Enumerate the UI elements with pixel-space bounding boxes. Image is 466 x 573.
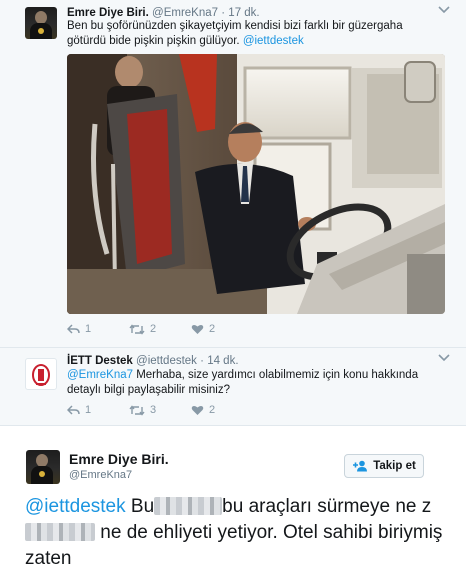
like-icon [191, 324, 204, 334]
chevron-down-icon[interactable] [438, 5, 450, 17]
avatar[interactable] [26, 450, 60, 484]
tweet-expanded[interactable]: Emre Diye Biri. @EmreKna7 Takip et @iett… [0, 426, 466, 573]
follow-label: Takip et [373, 460, 416, 472]
mention-link[interactable]: @EmreKna7 [67, 369, 133, 381]
retweet-icon [129, 404, 145, 416]
tweet-text: @iettdestek Bu bu araçları sürmeye ne z n… [25, 494, 445, 572]
user-name[interactable]: İETT Destek [67, 355, 133, 367]
tweet-text: Ben bu şoförünüzden şikayetçiyim kendisi… [67, 19, 437, 49]
iett-logo-icon [32, 364, 50, 386]
timestamp[interactable]: 14 dk. [207, 355, 238, 367]
like-count: 2 [209, 323, 216, 335]
timestamp[interactable]: 17 dk. [228, 7, 259, 19]
user-handle[interactable]: @EmreKna7 [69, 469, 132, 481]
retweet-button[interactable]: 2 [129, 323, 191, 335]
like-button[interactable]: 2 [191, 404, 215, 416]
tweet-text: @EmreKna7 Merhaba, size yardımcı olabilm… [67, 368, 437, 398]
redacted-text [25, 523, 95, 541]
user-name[interactable]: Emre Diye Biri. [69, 451, 169, 467]
tweet-original[interactable]: Emre Diye Biri. @EmreKna7 · 17 dk. Ben b… [0, 0, 466, 348]
user-handle[interactable]: @iettdestek [136, 355, 197, 367]
retweet-button[interactable]: 3 [129, 404, 191, 416]
chevron-down-icon[interactable] [438, 353, 450, 365]
retweet-count: 3 [150, 404, 157, 416]
avatar[interactable] [25, 7, 57, 39]
bus-driver-photo [67, 54, 445, 314]
redacted-text [154, 497, 223, 515]
like-count: 2 [209, 404, 216, 416]
reply-button[interactable]: 1 [67, 323, 129, 335]
tweet-actions: 1 3 2 [67, 404, 215, 416]
tweet-photo[interactable] [67, 54, 445, 314]
reply-count: 1 [85, 323, 92, 335]
reply-button[interactable]: 1 [67, 404, 129, 416]
reply-count: 1 [85, 404, 92, 416]
like-icon [191, 405, 204, 415]
mention-link[interactable]: @iettdestek [243, 35, 304, 47]
tweet-body-part: Bu [125, 496, 155, 517]
like-button[interactable]: 2 [191, 323, 215, 335]
mention-link[interactable]: @iettdestek [25, 496, 126, 517]
tweet-body-part: bu araçları sürmeye ne z [222, 496, 432, 517]
tweet-header: İETT Destek @iettdestek · 14 dk. [67, 355, 239, 367]
retweet-icon [129, 323, 145, 335]
tweet-actions: 1 2 2 [67, 323, 215, 335]
user-handle[interactable]: @EmreKna7 [152, 7, 218, 19]
separator-dot: · [200, 355, 204, 367]
reply-icon [67, 404, 80, 415]
avatar[interactable] [25, 358, 57, 390]
reply-icon [67, 323, 80, 334]
separator-dot: · [221, 7, 226, 19]
follow-icon [353, 460, 368, 472]
tweet-header: Emre Diye Biri. @EmreKna7 · 17 dk. [67, 7, 260, 19]
follow-button[interactable]: Takip et [344, 454, 424, 478]
tweet-reply[interactable]: İETT Destek @iettdestek · 14 dk. @EmreKn… [0, 348, 466, 426]
user-name[interactable]: Emre Diye Biri. [67, 7, 149, 19]
tweet-body: Ben bu şoförünüzden şikayetçiyim kendisi… [67, 20, 403, 47]
retweet-count: 2 [150, 323, 157, 335]
